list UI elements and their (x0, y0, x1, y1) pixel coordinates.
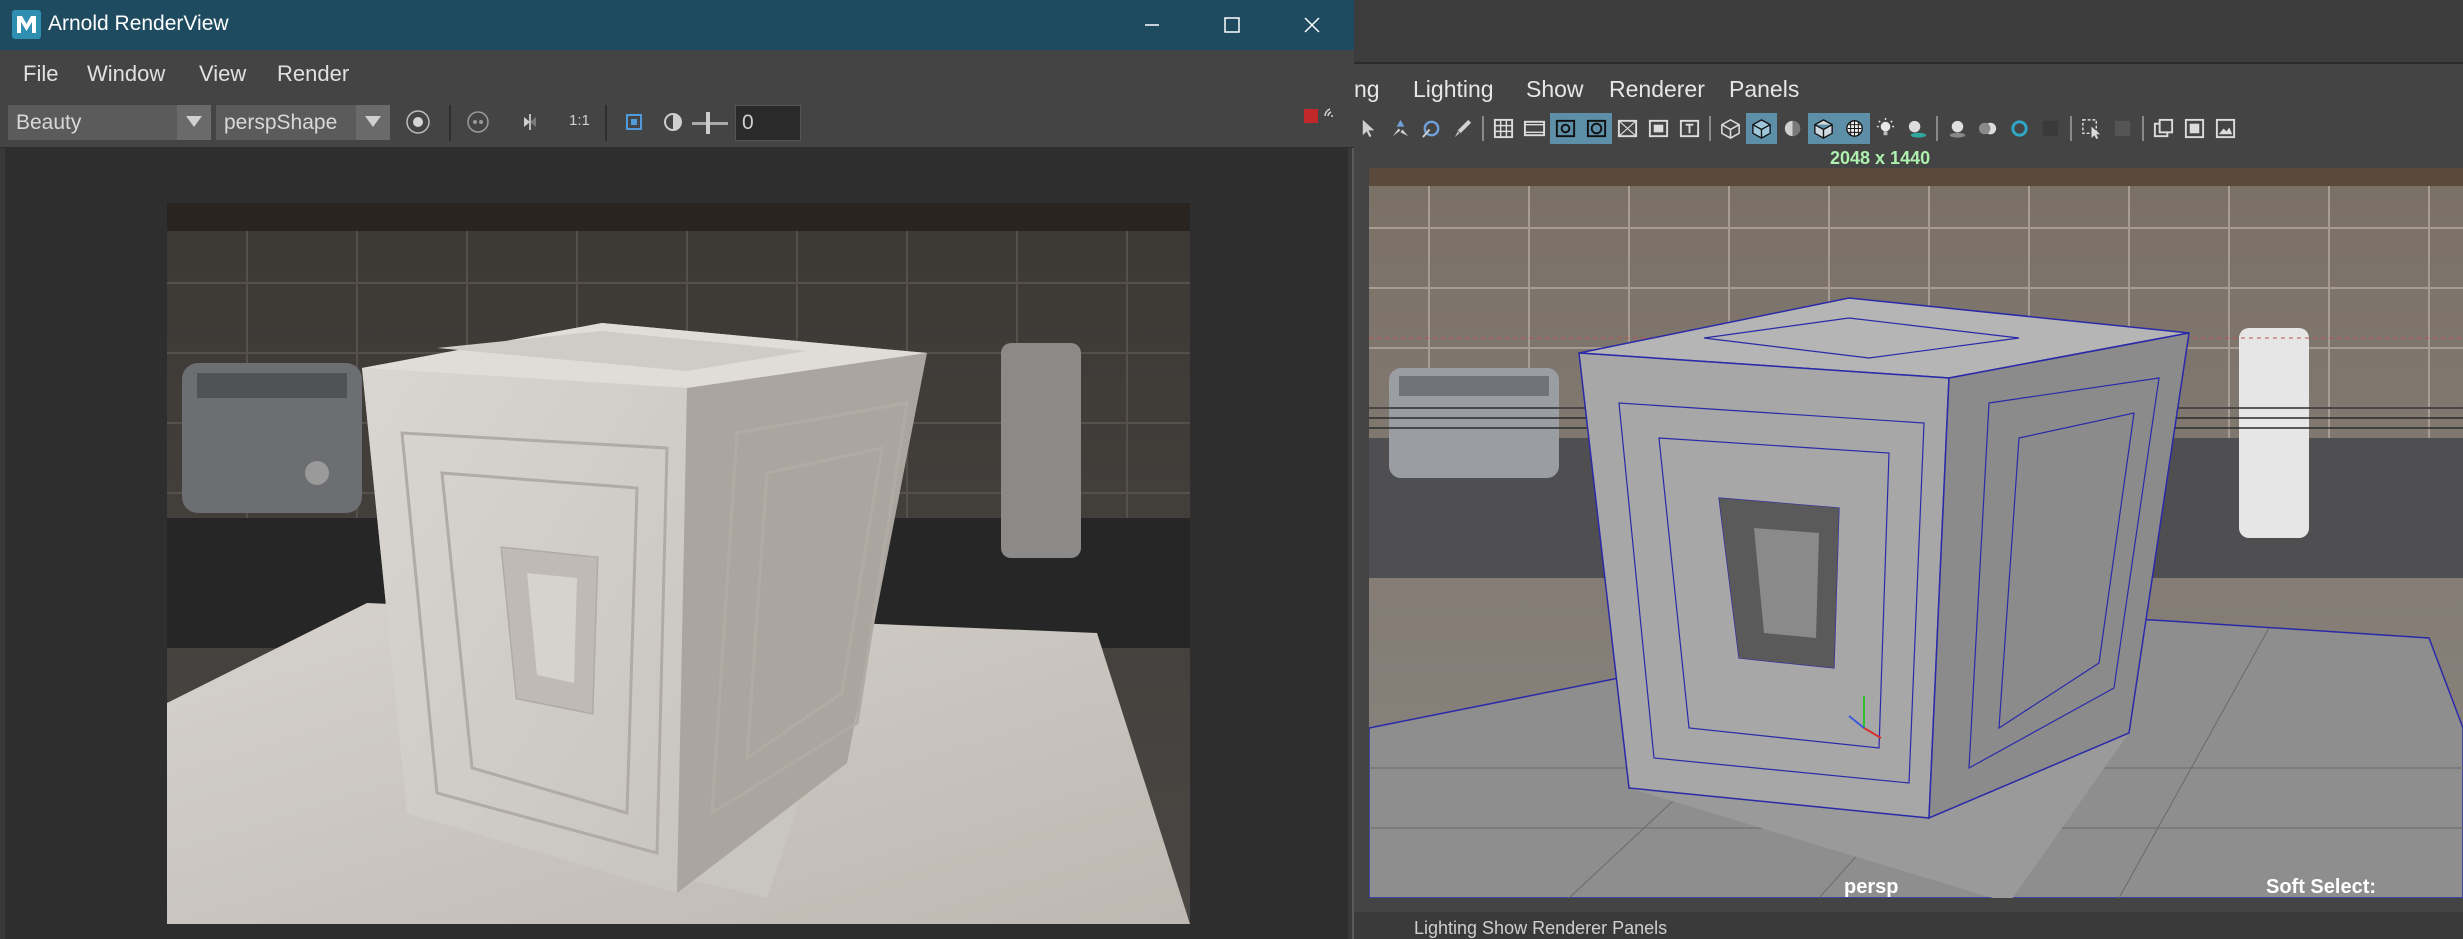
arnold-renderview-window: Arnold RenderView File Window View Rende… (0, 0, 1354, 939)
render-progress-icon (1322, 105, 1344, 127)
crop-region-icon[interactable] (621, 109, 647, 135)
maya-panel-menubar: ng Lighting Show Renderer Panels (1354, 64, 2463, 114)
render-canvas-area[interactable] (5, 148, 1348, 939)
chevron-down-icon (356, 105, 390, 140)
chevron-down-icon (177, 105, 211, 140)
film-gate-icon[interactable] (1519, 113, 1550, 144)
xray-icon[interactable] (1839, 113, 1870, 144)
stop-render-icon[interactable] (1304, 109, 1318, 123)
exposure-icon[interactable] (660, 109, 686, 135)
move-tool-icon[interactable] (1385, 113, 1416, 144)
anti-aliasing-icon[interactable] (2004, 113, 2035, 144)
maya-app-icon (12, 10, 41, 39)
resolution-gate-icon[interactable] (1550, 113, 1581, 144)
menu-window[interactable]: Window (87, 61, 165, 87)
rotate-tool-icon[interactable] (1416, 113, 1447, 144)
viewport-scene (1369, 168, 2463, 898)
minimize-icon[interactable] (1112, 0, 1192, 50)
toolbar-separator (2141, 113, 2145, 144)
toolbar-separator (2069, 113, 2073, 144)
soft-select-label: Soft Select: (2266, 876, 2377, 898)
perspective-viewport[interactable] (1369, 168, 2463, 898)
window-titlebar[interactable]: Arnold RenderView (0, 0, 1354, 50)
maya-panel-toolbar (1354, 112, 2463, 146)
motion-blur-icon[interactable] (1973, 113, 2004, 144)
render-region-icon[interactable] (405, 109, 431, 135)
maximize-icon[interactable] (1192, 0, 1272, 50)
grid-icon[interactable] (1488, 113, 1519, 144)
exposure-value-field[interactable] (735, 105, 801, 141)
bottom-panel-menu: Lighting Show Renderer Panels (1414, 918, 1668, 938)
toolbar-separator (1708, 113, 1712, 144)
toolbar-separator (449, 105, 451, 141)
highlight-icon[interactable] (2107, 113, 2138, 144)
menu-render[interactable]: Render (277, 61, 349, 87)
one-to-one-zoom-button[interactable]: 1:1 (569, 112, 590, 129)
smooth-shade-icon[interactable] (1746, 113, 1777, 144)
panel-menu-renderer[interactable]: Renderer (1609, 76, 1705, 103)
paint-tool-icon[interactable] (1447, 113, 1478, 144)
menu-file[interactable]: File (23, 61, 58, 87)
render-image (167, 203, 1190, 924)
renderview-menubar: File Window View Render (0, 50, 1354, 95)
alpha-channel-icon[interactable] (517, 109, 543, 135)
camera-name-label: persp (1844, 876, 1899, 898)
toolbar-separator (1481, 113, 1485, 144)
renderview-toolbar: Beauty perspShape 1:1 (0, 95, 1354, 148)
gate-mask-icon[interactable] (1581, 113, 1612, 144)
two-panel-icon[interactable] (2148, 113, 2179, 144)
wireframe-icon[interactable] (1715, 113, 1746, 144)
depth-of-field-icon[interactable] (2035, 113, 2066, 144)
maya-top-bar (1354, 0, 2463, 64)
single-panel-icon[interactable] (2179, 113, 2210, 144)
resolution-gate-label: 2048 x 1440 (1830, 148, 1931, 168)
camera-dropdown[interactable]: perspShape (216, 105, 390, 140)
maya-main-window: ng Lighting Show Renderer Panels 2048 x … (1354, 0, 2463, 939)
toolbar-separator (1935, 113, 1939, 144)
panel-menu-panels[interactable]: Panels (1729, 76, 1799, 103)
maya-bottom-panel: Lighting Show Renderer Panels (1354, 912, 2463, 939)
exposure-slider-track[interactable] (692, 122, 728, 125)
exposure-slider-handle[interactable] (706, 112, 710, 134)
isolate-select-icon[interactable] (2076, 113, 2107, 144)
select-tool-icon[interactable] (1354, 113, 1385, 144)
aov-dropdown-value: Beauty (16, 111, 82, 134)
aov-dropdown[interactable]: Beauty (8, 105, 211, 140)
rendered-scene (167, 203, 1190, 924)
rgb-channels-icon[interactable] (465, 109, 491, 135)
safe-action-icon[interactable] (1643, 113, 1674, 144)
menu-view[interactable]: View (199, 61, 246, 87)
image-plane-icon[interactable] (2210, 113, 2241, 144)
panel-menu-show[interactable]: Show (1526, 76, 1584, 103)
camera-dropdown-value: perspShape (224, 111, 338, 134)
close-icon[interactable] (1272, 0, 1352, 50)
window-title: Arnold RenderView (48, 12, 229, 35)
wireframe-on-shaded-icon[interactable] (1808, 113, 1839, 144)
field-chart-icon[interactable] (1612, 113, 1643, 144)
ambient-occlusion-icon[interactable] (1942, 113, 1973, 144)
panel-menu-shading[interactable]: ng (1354, 76, 1380, 103)
shadows-icon[interactable] (1901, 113, 1932, 144)
panel-menu-lighting[interactable]: Lighting (1413, 76, 1494, 103)
all-lights-icon[interactable] (1870, 113, 1901, 144)
toolbar-separator (605, 105, 607, 141)
default-material-icon[interactable] (1777, 113, 1808, 144)
safe-title-icon[interactable] (1674, 113, 1705, 144)
